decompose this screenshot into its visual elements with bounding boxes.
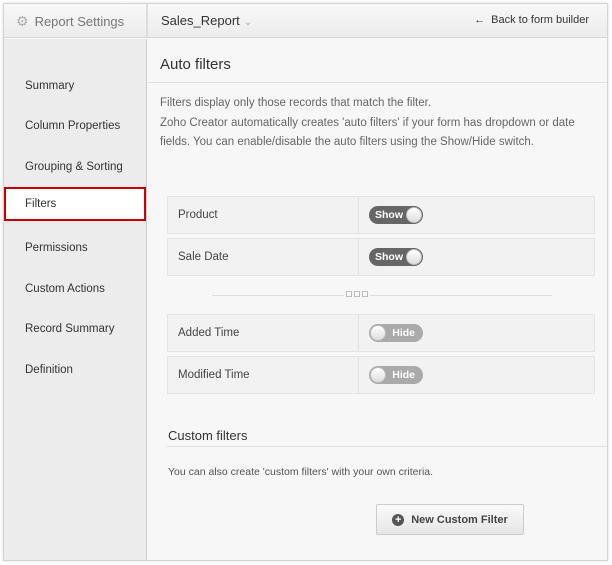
report-settings-window: ⚙ Report Settings Sales_Report ⌄ ← Back to … [3,3,608,561]
toggle-text: Hide [392,327,415,339]
new-custom-filter-button[interactable]: + New Custom Filter [376,504,524,535]
chevron-down-icon: ⌄ [243,17,253,28]
separator [212,295,552,296]
filter-row-added-time: Added Time Hide [167,314,595,352]
divider [148,82,607,83]
sidebar-item-grouping-sorting[interactable]: Grouping & Sorting [4,150,146,184]
divider [358,315,359,351]
divider [358,357,359,393]
sidebar-item-summary[interactable]: Summary [4,69,146,103]
auto-filters-title: Auto filters [160,56,231,73]
plus-icon: + [392,513,405,526]
auto-filters-description: Filters display only those records that … [160,94,600,153]
sidebar-item-column-properties[interactable]: Column Properties [4,109,146,143]
sidebar-item-definition[interactable]: Definition [4,353,146,387]
button-label: New Custom Filter [411,513,508,526]
show-hide-toggle[interactable]: Show [369,248,423,266]
sidebar-item-permissions[interactable]: Permissions [4,231,146,265]
report-settings-label: Report Settings [34,14,125,29]
filter-row-sale-date: Sale Date Show [167,238,595,276]
desc-line: Filters display only those records that … [160,97,432,109]
divider [358,239,359,275]
toggle-text: Show [375,209,403,221]
filter-label: Product [178,209,218,221]
sidebar-item-custom-actions[interactable]: Custom Actions [4,272,146,306]
toggle-text: Hide [392,369,415,381]
sidebar-item-filters[interactable]: Filters [4,187,146,221]
main-panel: Auto filters Filters display only those … [148,39,607,560]
filter-label: Added Time [178,327,240,339]
filter-row-modified-time: Modified Time Hide [167,356,595,394]
sidebar: Summary Column Properties Grouping & Sor… [4,39,147,560]
toggle-text: Show [375,251,403,263]
show-hide-toggle[interactable]: Hide [369,366,423,384]
custom-filters-description: You can also create 'custom filters' wit… [168,466,434,478]
gear-icon: ⚙ [16,13,29,29]
custom-filters-title: Custom filters [168,428,248,443]
filter-row-product: Product Show [167,196,595,234]
divider [146,4,148,37]
show-hide-toggle[interactable]: Show [369,206,423,224]
desc-line: Zoho Creator automatically creates 'auto… [160,116,575,149]
toggle-knob [406,249,422,265]
sidebar-item-record-summary[interactable]: Record Summary [4,312,146,346]
divider [358,197,359,233]
report-name: Sales_Report [161,13,240,28]
toggle-knob [406,207,422,223]
report-settings-heading: ⚙ Report Settings [16,13,124,30]
report-name-dropdown[interactable]: Sales_Report ⌄ [161,13,252,28]
back-to-form-builder-link[interactable]: ← Back to form builder [474,14,589,26]
divider [167,446,607,447]
top-bar: ⚙ Report Settings Sales_Report ⌄ ← Back to … [4,4,607,38]
drag-handle[interactable] [344,291,370,297]
toggle-knob [370,325,386,341]
arrow-left-icon: ← [474,14,486,26]
show-hide-toggle[interactable]: Hide [369,324,423,342]
filter-label: Modified Time [178,369,250,381]
toggle-knob [370,367,386,383]
filter-label: Sale Date [178,251,229,263]
back-label: Back to form builder [491,14,589,26]
